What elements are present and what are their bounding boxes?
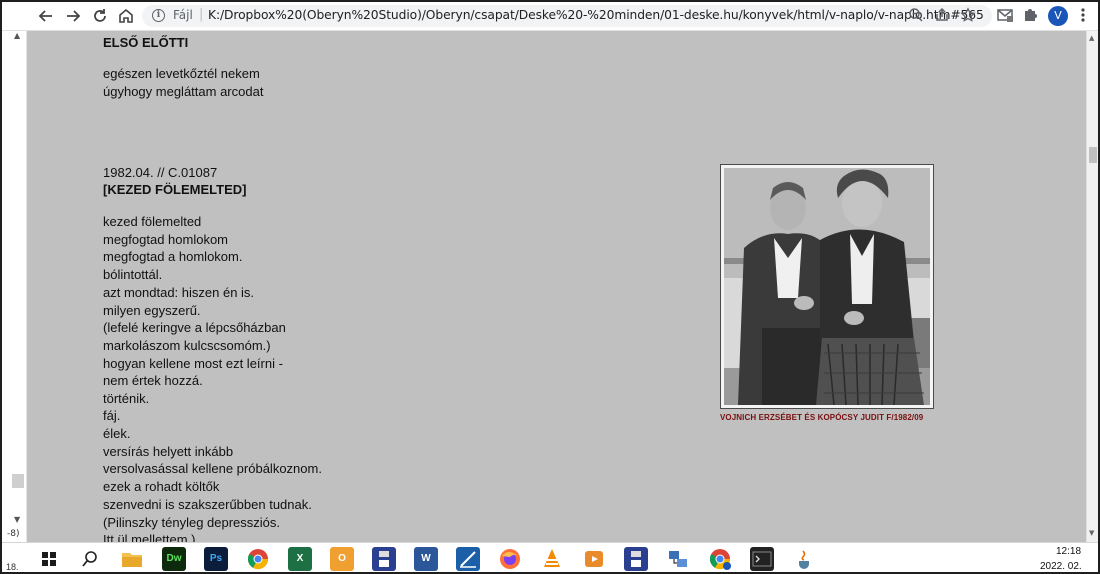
url-separator: | — [199, 7, 204, 22]
poem-title: [KEZED FÖLEMELTED] — [103, 182, 247, 197]
vlc-icon[interactable] — [540, 547, 564, 571]
windows-taskbar: 18. Dw Ps X O W 12:18 2022. 02. — [2, 542, 1098, 572]
poem-line: (Pilinszky tényleg depressziós. — [103, 515, 281, 530]
profile-avatar[interactable]: V — [1048, 6, 1068, 26]
reload-icon[interactable] — [90, 6, 110, 26]
left-scrollbar-thumb[interactable] — [12, 474, 24, 488]
poem-line: fáj. — [103, 408, 121, 423]
scroll-up-icon[interactable]: ▲ — [1089, 34, 1094, 42]
poem-line: kezed fölemelted — [103, 214, 202, 229]
poem-line: markolászom kulcscsomóm.) — [103, 338, 271, 353]
vertical-scrollbar[interactable]: ▲ ▼ — [1086, 31, 1098, 542]
screen: i Fájl | K:/Dropbox%20(Oberyn%20Studio)/… — [0, 0, 1100, 574]
puzzle-icon[interactable] — [1022, 6, 1038, 26]
left-pane-label: -8) — [7, 529, 20, 539]
firefox-icon[interactable] — [498, 547, 522, 571]
forward-arrow-icon[interactable] — [63, 6, 83, 26]
poem-line: szenvedni is szakszerűbben tudnak. — [103, 497, 312, 512]
outlook-icon[interactable]: O — [330, 547, 354, 571]
dreamweaver-icon[interactable]: Dw — [162, 547, 186, 571]
photoshop-icon[interactable]: Ps — [204, 547, 228, 571]
poem-line: ezek a rohadt költők — [103, 479, 220, 494]
text-line: úgyhogy megláttam arcodat — [103, 84, 264, 99]
terminal-icon[interactable] — [750, 547, 774, 571]
poem-line: bólintottál. — [103, 267, 163, 282]
drawing-icon[interactable] — [456, 547, 480, 571]
scheme-label: Fájl — [173, 8, 193, 22]
floppy-icon[interactable] — [624, 547, 648, 571]
date-code: 1982.04. // C.01087 — [103, 165, 218, 180]
clock-date[interactable]: 2022. 02. 18. — [1040, 561, 1098, 572]
chrome-icon[interactable] — [708, 547, 732, 571]
left-scroll-pane: ▲ ▼ -8) — [2, 31, 27, 542]
black-and-white-photo — [724, 168, 930, 405]
url-text[interactable]: K:/Dropbox%20(Oberyn%20Studio)/Oberyn/cs… — [208, 8, 984, 22]
folder-icon[interactable] — [120, 547, 144, 571]
scroll-down-icon[interactable]: ▼ — [14, 515, 20, 524]
scroll-down-icon[interactable]: ▼ — [1089, 529, 1094, 537]
back-arrow-icon[interactable] — [36, 6, 56, 26]
word-icon[interactable]: W — [414, 547, 438, 571]
text-line: egészen levetkőztél nekem — [103, 66, 260, 81]
search-icon[interactable] — [78, 547, 102, 571]
poem-line: versolvasással kellene próbálkoznom. — [103, 461, 322, 476]
network-icon[interactable] — [666, 547, 690, 571]
clock-time[interactable]: 12:18 — [1056, 546, 1081, 557]
taskbar-left-label: 18. — [6, 562, 19, 572]
poem-line: azt mondtad: hiszen én is. — [103, 285, 255, 300]
info-icon[interactable]: i — [152, 9, 165, 22]
zoom-icon[interactable] — [908, 7, 924, 27]
share-icon[interactable] — [934, 7, 950, 27]
poem-line: történik. — [103, 391, 150, 406]
photo-frame — [720, 164, 934, 409]
scroll-up-icon[interactable]: ▲ — [14, 31, 20, 40]
java-icon[interactable] — [792, 547, 816, 571]
poem-line: milyen egyszerű. — [103, 303, 201, 318]
scrollbar-thumb[interactable] — [1089, 147, 1097, 163]
photo-caption: VOJNICH ERZSÉBET ÉS KOPÓCSY JUDIT F/1982… — [720, 413, 924, 422]
address-bar[interactable]: i Fájl | K:/Dropbox%20(Oberyn%20Studio)/… — [142, 5, 992, 27]
poem-line: Itt ül mellettem.) — [103, 532, 196, 542]
section-heading: ELSŐ ELŐTTI — [103, 35, 189, 50]
excel-icon[interactable]: X — [288, 547, 312, 571]
chrome-icon[interactable] — [246, 547, 270, 571]
floppy-icon[interactable] — [372, 547, 396, 571]
windows-logo-icon[interactable] — [42, 552, 56, 566]
poem-line: hogyan kellene most ezt leírni - — [103, 356, 283, 371]
poem-line: élek. — [103, 426, 131, 441]
star-icon[interactable] — [960, 7, 976, 27]
kebab-menu-icon[interactable] — [1080, 7, 1086, 27]
browser-toolbar: i Fájl | K:/Dropbox%20(Oberyn%20Studio)/… — [2, 2, 1098, 31]
media-icon[interactable] — [582, 547, 606, 571]
poem-line: megfogtad a homlokom. — [103, 249, 243, 264]
gmail-icon[interactable] — [996, 6, 1014, 28]
poem-line: versírás helyett inkább — [103, 444, 234, 459]
poem-line: (lefelé keringve a lépcsőházban — [103, 320, 286, 335]
home-icon[interactable] — [116, 6, 136, 26]
page-viewport: ▲ ▼ -8) ELSŐ ELŐTTI egészen levetkőztél … — [2, 31, 1098, 542]
poem-line: nem értek hozzá. — [103, 373, 203, 388]
poem-line: megfogtad homlokom — [103, 232, 229, 247]
